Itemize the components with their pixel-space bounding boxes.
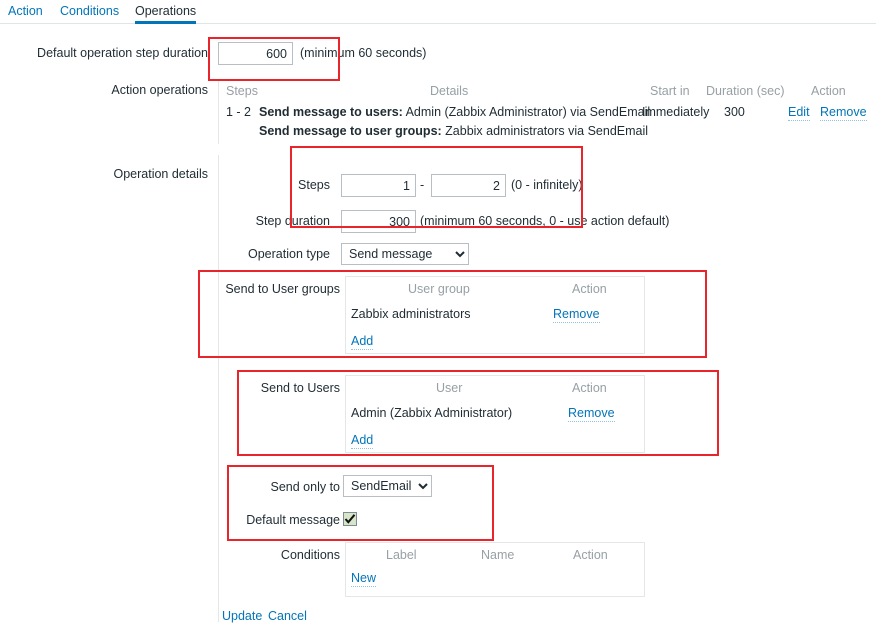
col-header-action: Action (811, 84, 846, 98)
step-duration-label: Step duration (255, 214, 330, 228)
conditions-table: Label Name Action New (345, 542, 645, 597)
checkmark-icon (344, 514, 356, 524)
user-remove-link[interactable]: Remove (568, 406, 615, 422)
operation-details-line-1-rest: Admin (Zabbix Administrator) via SendEma… (402, 105, 651, 119)
operation-details-line-2-rest: Zabbix administrators via SendEmail (441, 124, 649, 138)
user-groups-add-link[interactable]: Add (351, 334, 374, 350)
user-groups-col-header-group: User group (408, 282, 470, 296)
operation-duration-value: 300 (724, 105, 745, 119)
steps-hint: (0 - infinitely) (511, 178, 583, 192)
user-row-name: Admin (Zabbix Administrator) (351, 406, 513, 420)
tab-operations[interactable]: Operations (135, 2, 197, 24)
col-header-details: Details (430, 84, 469, 98)
col-header-duration: Duration (sec) (706, 84, 785, 98)
operation-details-line-2-bold: Send message to user groups: (259, 124, 442, 138)
step-duration-hint: (minimum 60 seconds, 0 - use action defa… (420, 214, 670, 228)
steps-to-input[interactable] (431, 174, 506, 197)
tab-conditions[interactable]: Conditions (60, 2, 119, 24)
step-duration-input[interactable] (341, 210, 416, 233)
default-message-checkbox[interactable] (343, 512, 357, 526)
operation-details-label: Operation details (113, 167, 208, 181)
default-message-label: Default message (246, 513, 340, 527)
users-col-header-action: Action (572, 381, 607, 395)
users-col-header-user: User (436, 381, 463, 395)
operation-remove-link[interactable]: Remove (820, 105, 867, 121)
send-to-users-label: Send to Users (260, 381, 340, 395)
conditions-col-header-action: Action (573, 548, 608, 562)
send-only-to-label: Send only to (270, 480, 341, 494)
operation-edit-link[interactable]: Edit (788, 105, 810, 121)
operation-start-in-value: Immediately (642, 105, 710, 119)
steps-range-separator: - (420, 178, 425, 192)
tab-action[interactable]: Action (8, 2, 43, 24)
steps-from-input[interactable] (341, 174, 416, 197)
action-operations-table: Steps Details Start in Duration (sec) Ac… (218, 80, 867, 144)
default-step-duration-label: Default operation step duration (37, 46, 208, 60)
tab-bar: Action Conditions Operations (0, 0, 876, 24)
send-only-to-select[interactable]: SendEmail (343, 475, 432, 497)
steps-label: Steps (298, 178, 330, 192)
default-step-duration-input[interactable] (218, 42, 293, 65)
col-header-start-in: Start in (650, 84, 690, 98)
user-groups-col-header-action: Action (572, 282, 607, 296)
send-to-user-groups-table: User group Action Zabbix administrators … (345, 276, 645, 354)
send-to-users-table: User Action Admin (Zabbix Administrator)… (345, 375, 645, 453)
operation-details-line-2: Send message to user groups: Zabbix admi… (259, 124, 648, 138)
conditions-new-link[interactable]: New (351, 571, 377, 587)
users-add-link[interactable]: Add (351, 433, 374, 449)
col-header-steps: Steps (226, 84, 258, 98)
conditions-col-header-name: Name (481, 548, 515, 562)
send-to-user-groups-label: Send to User groups (225, 282, 340, 296)
operation-details-line-1-bold: Send message to users: (259, 105, 403, 119)
conditions-col-header-label: Label (386, 548, 417, 562)
user-group-row-name: Zabbix administrators (351, 307, 471, 321)
operation-type-label: Operation type (248, 247, 330, 261)
default-step-duration-hint: (minimum 60 seconds) (300, 46, 427, 60)
operation-steps-value: 1 - 2 (226, 105, 252, 119)
operation-type-select[interactable]: Send message (341, 243, 469, 265)
user-group-remove-link[interactable]: Remove (553, 307, 600, 323)
conditions-label: Conditions (280, 548, 340, 562)
action-operations-label: Action operations (111, 83, 208, 97)
operation-details-line-1: Send message to users: Admin (Zabbix Adm… (259, 105, 650, 119)
